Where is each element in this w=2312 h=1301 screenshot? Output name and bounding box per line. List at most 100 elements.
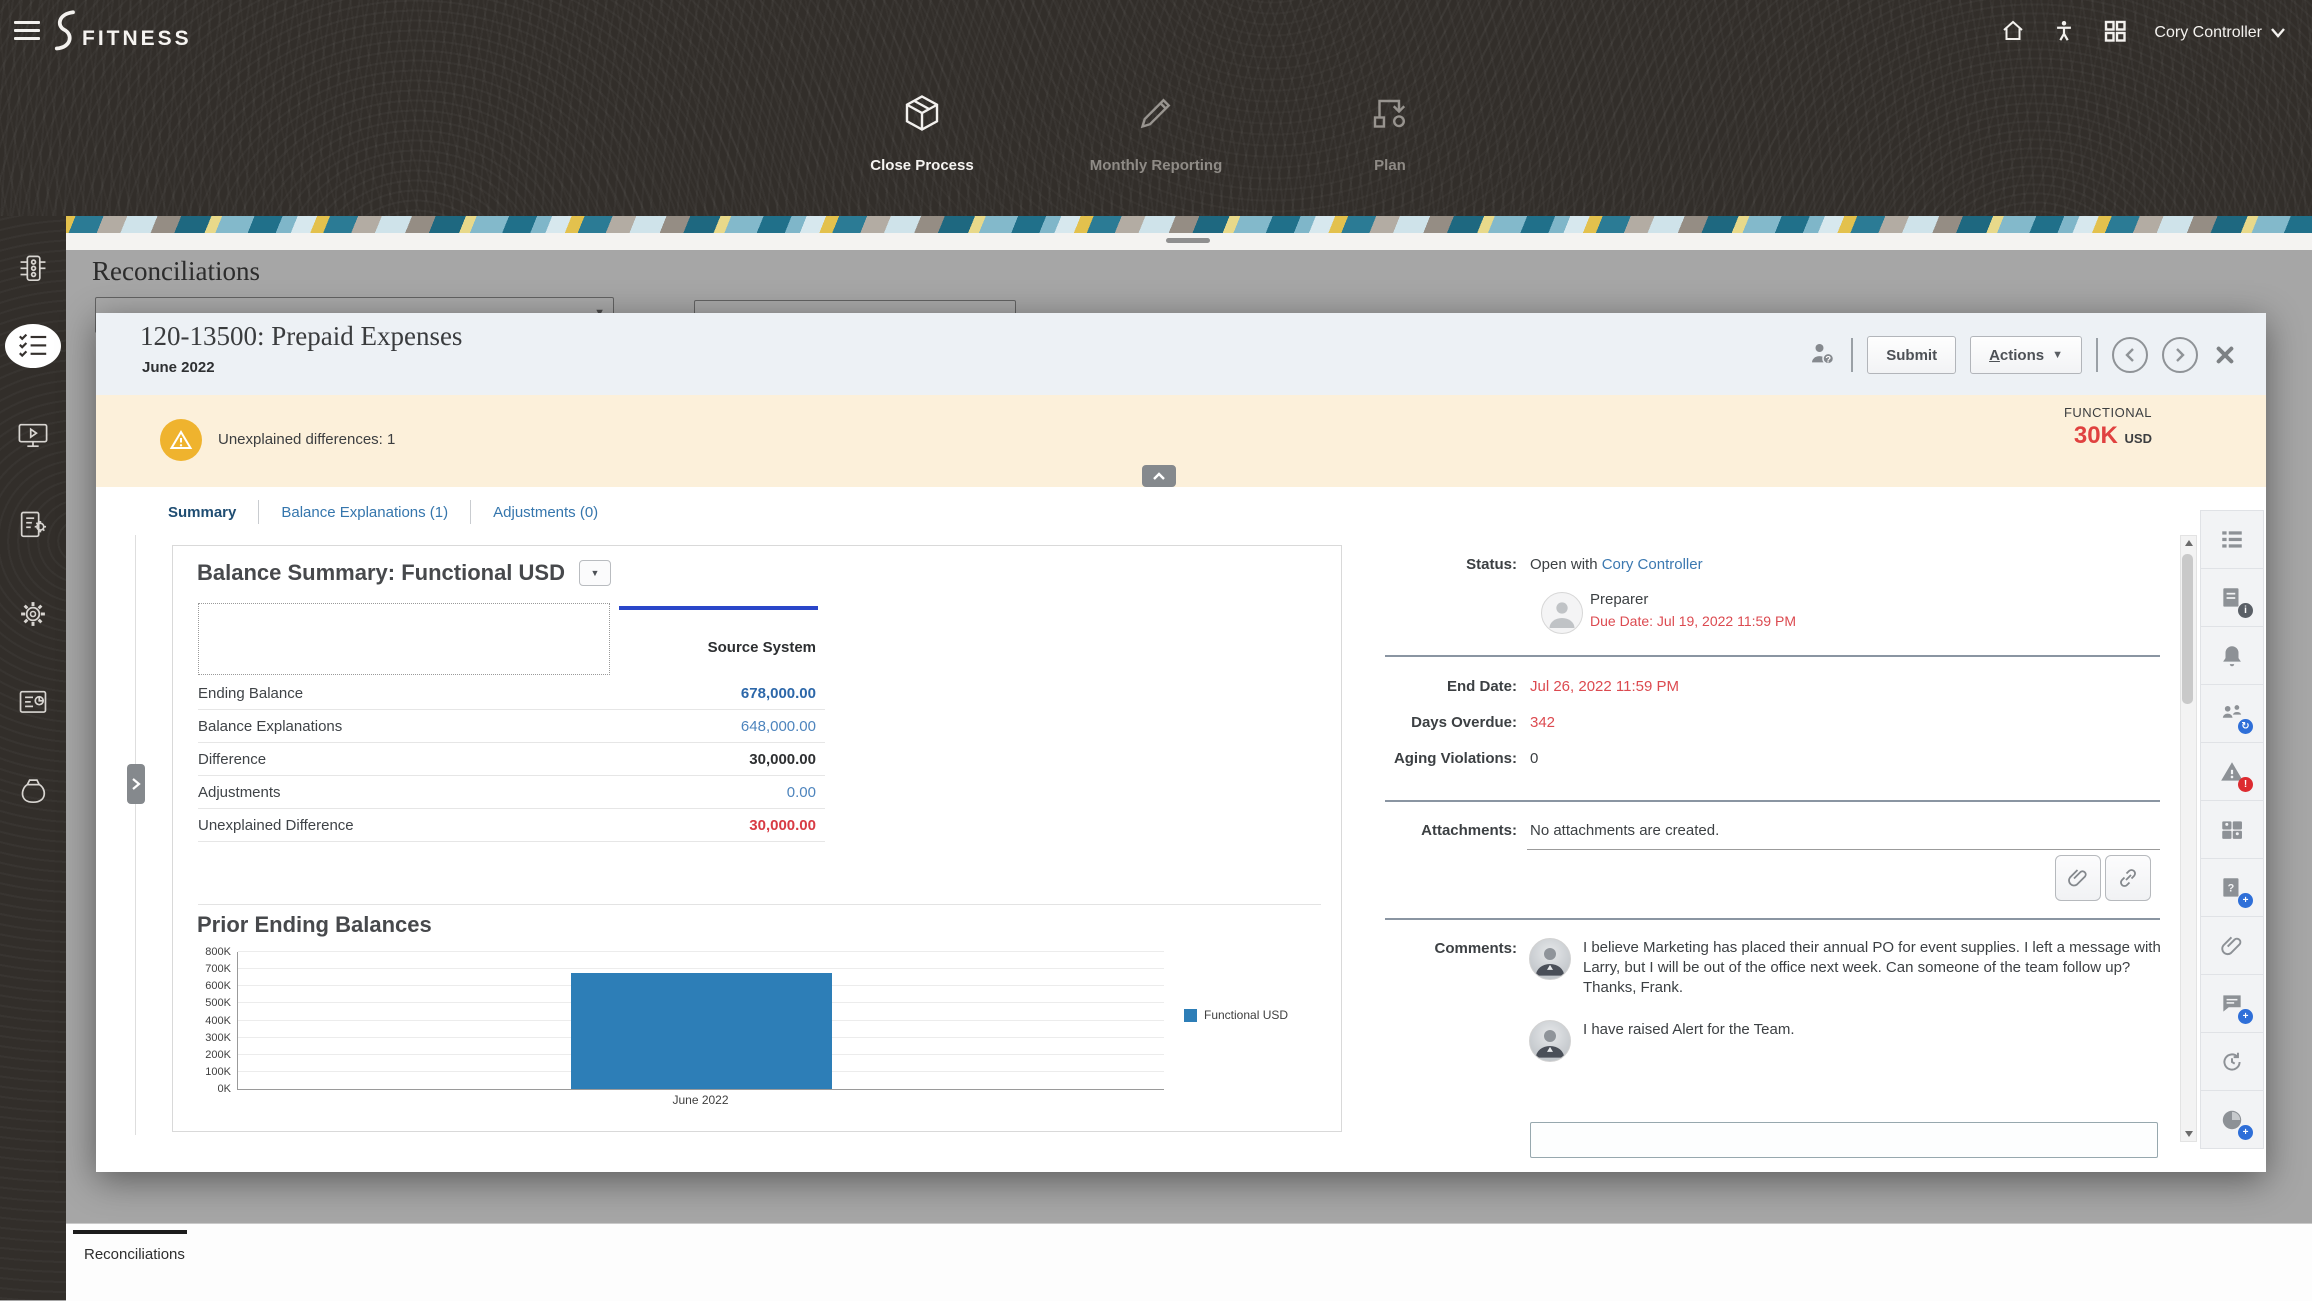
balance-summary-row[interactable]: Adjustments 0.00	[198, 776, 825, 809]
alerts-bell-icon[interactable]	[2201, 627, 2263, 685]
comment-text: I have raised Alert for the Team.	[1583, 1020, 2183, 1040]
previous-record-button[interactable]	[2112, 337, 2148, 373]
row-value: 648,000.00	[741, 718, 825, 735]
history-icon[interactable]	[2201, 1033, 2263, 1091]
svg-text:?: ?	[2228, 882, 2235, 894]
submit-button[interactable]: Submit	[1867, 336, 1956, 374]
sidebar-item-settings[interactable]	[0, 584, 66, 644]
row-value: 678,000.00	[741, 685, 825, 702]
end-date-row: End Date: Jul 26, 2022 11:59 PM	[1385, 678, 2165, 695]
status-user-link[interactable]: Cory Controller	[1602, 556, 1703, 573]
warning-icon	[160, 419, 202, 461]
warning-banner: Unexplained differences: 1 FUNCTIONAL 30…	[96, 395, 2266, 487]
next-record-button[interactable]	[2162, 337, 2198, 373]
questions-icon[interactable]: ? +	[2201, 859, 2263, 917]
reports-icon	[16, 686, 50, 720]
bottom-tab-reconciliations[interactable]: Reconciliations	[84, 1246, 185, 1263]
status-row: Status: Open with Cory Controller	[1385, 556, 2165, 573]
currency-view-dropdown[interactable]: ▼	[579, 560, 611, 586]
tab-summary[interactable]: Summary	[168, 504, 236, 521]
nav-item-monthly-reporting[interactable]: Monthly Reporting	[1071, 66, 1241, 216]
row-label: Adjustments	[198, 784, 281, 801]
row-label: Difference	[198, 751, 266, 768]
brand[interactable]: FITNESS	[48, 6, 192, 61]
home-icon[interactable]	[2000, 18, 2026, 49]
divider	[258, 500, 259, 524]
document-info-icon[interactable]: i	[2201, 569, 2263, 627]
legend-swatch	[1184, 1009, 1197, 1022]
workflow-users-icon[interactable]: ↻	[2201, 685, 2263, 743]
balance-summary-row[interactable]: Unexplained Difference 30,000.00	[198, 809, 825, 842]
chart-bar	[571, 973, 832, 1089]
attachments-row: Attachments: No attachments are created.	[1385, 822, 2165, 839]
dialog-tabs: Summary Balance Explanations (1) Adjustm…	[168, 500, 598, 524]
brand-logo-icon	[48, 6, 78, 61]
svg-text:?: ?	[1826, 354, 1832, 364]
comments-icon[interactable]: +	[2201, 975, 2263, 1033]
panel-expander-button[interactable]	[127, 764, 145, 804]
app-bar: FITNESS Cory Controller	[0, 0, 2312, 66]
currency-type-label: FUNCTIONAL	[2064, 405, 2152, 420]
aging-violations-row: Aging Violations: 0	[1385, 750, 2165, 767]
dialog-scrollbar[interactable]	[2180, 535, 2197, 1142]
cube-icon	[901, 121, 943, 138]
list-icon[interactable]	[2201, 511, 2263, 569]
time-summary-icon[interactable]: +	[2201, 1091, 2263, 1148]
new-comment-input[interactable]	[1530, 1122, 2158, 1158]
scrollbar-thumb[interactable]	[2182, 554, 2193, 704]
divider	[2096, 338, 2098, 372]
add-attachment-button[interactable]	[2055, 855, 2101, 901]
comments-list: I believe Marketing has placed their ann…	[1529, 938, 2189, 1090]
divider	[1851, 338, 1853, 372]
row-header-placeholder	[198, 603, 610, 675]
chevron-down-icon	[2270, 27, 2286, 39]
sidebar-item-journals[interactable]	[0, 495, 66, 555]
row-value: 0.00	[787, 784, 825, 801]
sidebar-item-matching[interactable]	[0, 240, 66, 300]
row-label: Ending Balance	[198, 685, 303, 702]
comment-item: I believe Marketing has placed their ann…	[1529, 938, 2189, 998]
related-items-icon[interactable]	[2201, 801, 2263, 859]
chart-legend: Functional USD	[1184, 1008, 1288, 1022]
tab-adjustments[interactable]: Adjustments (0)	[493, 504, 598, 521]
close-icon[interactable]	[2212, 342, 2238, 368]
chevron-down-icon: ▼	[2052, 349, 2063, 361]
attachments-icon[interactable]	[2201, 917, 2263, 975]
assignee-help-icon[interactable]: ?	[1807, 338, 1837, 373]
balance-summary-title: Balance Summary: Functional USD	[197, 560, 565, 586]
end-date-value: Jul 26, 2022 11:59 PM	[1530, 678, 1679, 695]
balance-summary-row[interactable]: Ending Balance 678,000.00	[198, 677, 825, 710]
banner-collapse-button[interactable]	[1142, 465, 1176, 487]
band-collapse-handle[interactable]	[1166, 238, 1210, 243]
warnings-icon[interactable]: !	[2201, 743, 2263, 801]
workflow-role: Preparer	[1590, 591, 1648, 608]
apps-grid-icon[interactable]	[2102, 18, 2128, 49]
days-overdue-value: 342	[1530, 714, 1555, 731]
functional-amount-block: FUNCTIONAL 30K USD	[2064, 405, 2152, 450]
scroll-down-icon[interactable]	[2181, 1127, 2196, 1141]
nav-item-close-process[interactable]: Close Process	[837, 66, 1007, 216]
balance-summary-row[interactable]: Difference 30,000.00	[198, 743, 825, 776]
brand-name: FITNESS	[82, 27, 192, 51]
legend-label: Functional USD	[1204, 1008, 1288, 1022]
sidebar-item-reconciliations[interactable]	[0, 316, 66, 376]
row-value: 30,000.00	[749, 751, 825, 768]
actions-button[interactable]: Actions▼	[1970, 336, 2082, 374]
divider	[1527, 849, 2160, 850]
warning-message: Unexplained differences: 1	[218, 431, 395, 448]
page-title: Reconciliations	[92, 256, 260, 287]
menu-icon[interactable]	[14, 21, 40, 43]
sidebar-item-reports[interactable]	[0, 673, 66, 733]
nav-item-plan[interactable]: Plan	[1305, 66, 1475, 216]
add-link-button[interactable]	[2105, 855, 2151, 901]
workflow-due-date: Due Date: Jul 19, 2022 11:59 PM	[1590, 613, 1796, 629]
user-menu[interactable]: Cory Controller	[2154, 24, 2286, 42]
balance-summary-row[interactable]: Balance Explanations 648,000.00	[198, 710, 825, 743]
tab-balance-explanations[interactable]: Balance Explanations (1)	[281, 504, 448, 521]
comment-text: I believe Marketing has placed their ann…	[1583, 938, 2183, 998]
row-label: Unexplained Difference	[198, 817, 354, 834]
accessibility-icon[interactable]	[2052, 18, 2076, 49]
scroll-up-icon[interactable]	[2181, 536, 2196, 550]
sidebar-item-worklist[interactable]	[0, 406, 66, 466]
sidebar-item-budget[interactable]	[0, 762, 66, 822]
